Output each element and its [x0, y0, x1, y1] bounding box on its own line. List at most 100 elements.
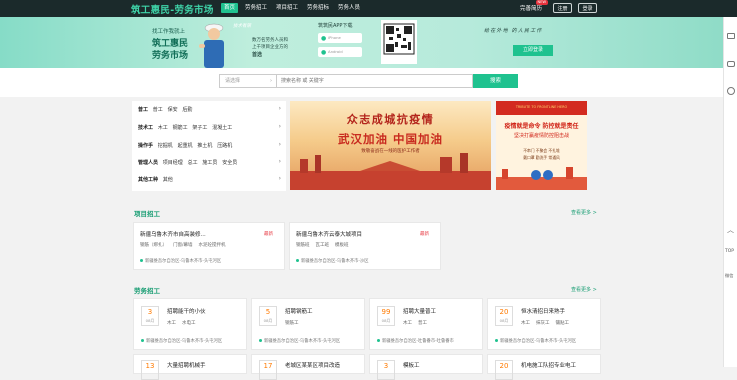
labor-jobs-more-link[interactable]: 查看更多 >: [571, 286, 597, 293]
card-tag: 木工: [403, 321, 412, 326]
nav-labor-jobs[interactable]: 劳务招工: [242, 3, 270, 13]
labor-card[interactable]: 13 大量招聘机械手: [133, 354, 247, 380]
category-item[interactable]: 施工员: [202, 160, 217, 166]
labor-card[interactable]: 3 模板工: [369, 354, 483, 380]
category-item[interactable]: 压路机: [217, 143, 232, 149]
category-row: 操作手 挖掘机 起重机 推土机 压路机: [138, 141, 232, 151]
category-head[interactable]: 技术工: [138, 125, 153, 131]
card-tag: 水电工: [182, 321, 196, 326]
card-location: 新疆维吾尔自治区-乌鲁木齐市-头屯河区: [141, 338, 222, 344]
card-tag: 门窗/幕墙: [173, 243, 193, 248]
labor-card[interactable]: 20 08月 恒水清招日来熟手 木工 抹灰工 镶贴工 新疆维吾尔自治区-乌鲁木齐市-头…: [487, 298, 601, 350]
labor-card[interactable]: 5 08月 招聘钢筋工 钢筋工 新疆维吾尔自治区-乌鲁木齐市-头屯河区: [251, 298, 365, 350]
category-item[interactable]: 总工: [188, 160, 198, 166]
category-item[interactable]: 普工: [153, 107, 163, 113]
nav-home[interactable]: 首页: [221, 3, 239, 13]
nav-project-jobs[interactable]: 项目招工: [273, 3, 301, 13]
card-title: 新疆乌鲁木齐市自高装修...: [140, 232, 206, 238]
category-item[interactable]: 混凝土工: [212, 125, 232, 131]
search-category-select[interactable]: 请选择 ›: [219, 74, 277, 88]
date-box: 20 08月: [495, 306, 513, 326]
project-card[interactable]: 新疆乌鲁木齐市自高装修... 最新 钢筋（绑扎） 门窗/幕墙 水泥砼搅拌机 新疆维吾…: [133, 222, 285, 270]
card-location: 新疆维吾尔自治区-乌鲁木齐市-头屯河区: [495, 338, 576, 344]
anti-epidemic-poster[interactable]: 众志成城抗疫情 武汉加油 中国加油 致敬奋战在一线的医护工作者: [290, 101, 491, 190]
city-skyline-illustration: [290, 153, 491, 190]
category-item[interactable]: 保安: [168, 107, 178, 113]
login-now-button[interactable]: 立即登录: [513, 45, 553, 56]
location-text: 新疆维吾尔自治区-乌鲁木齐市-头屯河区: [500, 339, 577, 344]
card-title: 招聘能干的小伙: [167, 309, 206, 315]
card-title: 招聘大量普工: [403, 309, 437, 315]
card-title: 老城区某某区项目改造: [285, 363, 341, 369]
banner-desc2: 上千项目企业方的: [252, 45, 288, 50]
category-item[interactable]: 架子工: [192, 125, 207, 131]
date-day: 20: [499, 308, 509, 316]
login-button[interactable]: 登录: [578, 3, 597, 13]
card-new-tag: 最新: [264, 232, 273, 237]
city-silhouette-illustration: [496, 167, 587, 190]
category-item[interactable]: 起重机: [178, 143, 193, 149]
card-tags: 钢筋（绑扎） 门窗/幕墙 水泥砼搅拌机: [140, 242, 232, 248]
banner-signature: 技术有限: [233, 24, 251, 29]
card-tag: 镶贴工: [555, 321, 570, 326]
project-jobs-heading: 项目招工: [134, 210, 160, 218]
labor-card[interactable]: 99 08月 招聘大量普工 木工 普工 新疆维吾尔自治区-吐鲁番市-吐鲁番市: [369, 298, 483, 350]
search-input[interactable]: [277, 74, 473, 88]
category-item[interactable]: 木工: [158, 125, 168, 131]
search-button[interactable]: 搜索: [473, 74, 518, 88]
labor-card[interactable]: 20 机电施工队招专业电工: [487, 354, 601, 380]
card-title: 招聘钢筋工: [285, 309, 313, 315]
chevron-right-icon: ›: [278, 141, 281, 148]
complete-resume-link[interactable]: 完善简历: [520, 4, 542, 12]
card-tags: 木工 水电工: [167, 320, 202, 326]
date-day: 99: [381, 308, 391, 316]
project-jobs-more-link[interactable]: 查看更多 >: [571, 209, 597, 216]
category-item[interactable]: 项目经理: [163, 160, 183, 166]
date-month: 08月: [145, 318, 155, 323]
worker-illustration: [199, 23, 224, 68]
iphone-download-button[interactable]: ● iPhone: [318, 33, 362, 43]
android-download-button[interactable]: ● Android: [318, 47, 362, 57]
nav-labor-people[interactable]: 劳务人员: [335, 3, 363, 13]
location-icon: [495, 339, 498, 342]
banner-line1: 找工作我就上: [152, 29, 186, 35]
category-head[interactable]: 管理人员: [138, 160, 158, 166]
site-logo[interactable]: 筑工惠民-劳务市场: [131, 2, 214, 16]
project-card[interactable]: 新疆乌鲁木齐云泰大城项目 最新 钢筋班 瓦工班 模板班 新疆维吾尔自治区-乌鲁木齐市…: [289, 222, 441, 270]
category-head[interactable]: 普工: [138, 107, 148, 113]
category-item[interactable]: 后勤: [182, 107, 192, 113]
category-item[interactable]: 挖掘机: [158, 143, 173, 149]
location-icon: [141, 339, 144, 342]
card-tag: 钢筋工: [285, 321, 299, 326]
category-item[interactable]: 钢筋工: [173, 125, 188, 131]
chevron-down-icon: ›: [270, 78, 272, 84]
nav-labor-bidding[interactable]: 劳务招标: [304, 3, 332, 13]
category-item[interactable]: 推土机: [197, 143, 212, 149]
labor-card[interactable]: 17 老城区某某区项目改造: [251, 354, 365, 380]
chevron-right-icon: ›: [278, 123, 281, 130]
card-tag: 木工: [167, 321, 176, 326]
wechat-button[interactable]: 微信: [725, 273, 733, 279]
category-head[interactable]: 操作手: [138, 143, 153, 149]
location-text: 新疆维吾尔自治区-乌鲁木齐市-头屯河区: [145, 259, 222, 264]
card-tag: 瓦工班: [315, 243, 330, 248]
iphone-label: iPhone: [328, 35, 341, 40]
message-icon[interactable]: [727, 33, 735, 39]
category-item[interactable]: 其他: [163, 177, 173, 183]
poster-title-2: 武汉加油 中国加油: [337, 132, 443, 146]
card-location: 新疆维吾尔自治区-乌鲁木齐市-头屯河区: [259, 338, 340, 344]
category-item[interactable]: 安全员: [222, 160, 237, 166]
card-location: 新疆维吾尔自治区-吐鲁番市-吐鲁番市: [377, 338, 454, 344]
chat-icon[interactable]: [727, 61, 735, 67]
register-button[interactable]: 注册: [553, 3, 572, 13]
card-tags: 钢筋班 瓦工班 模板班: [296, 242, 355, 248]
labor-card[interactable]: 3 08月 招聘能干的小伙 木工 水电工 新疆维吾尔自治区-乌鲁木齐市-头屯河区: [133, 298, 247, 350]
card-tag: 抹灰工: [536, 321, 550, 326]
epidemic-control-poster[interactable]: TRIBUTE TO FRONTLINE HERO 疫情就是命令 防控就是责任 …: [496, 101, 587, 190]
back-to-top-button[interactable]: TOP: [725, 249, 734, 254]
category-head[interactable]: 其他工种: [138, 177, 158, 183]
poster2-line2: 坚决打赢疫情防控阻击战: [513, 133, 569, 139]
user-icon[interactable]: [727, 87, 735, 95]
card-title: 新疆乌鲁木齐云泰大城项目: [296, 232, 363, 238]
chevron-up-icon[interactable]: ︿: [727, 225, 734, 235]
